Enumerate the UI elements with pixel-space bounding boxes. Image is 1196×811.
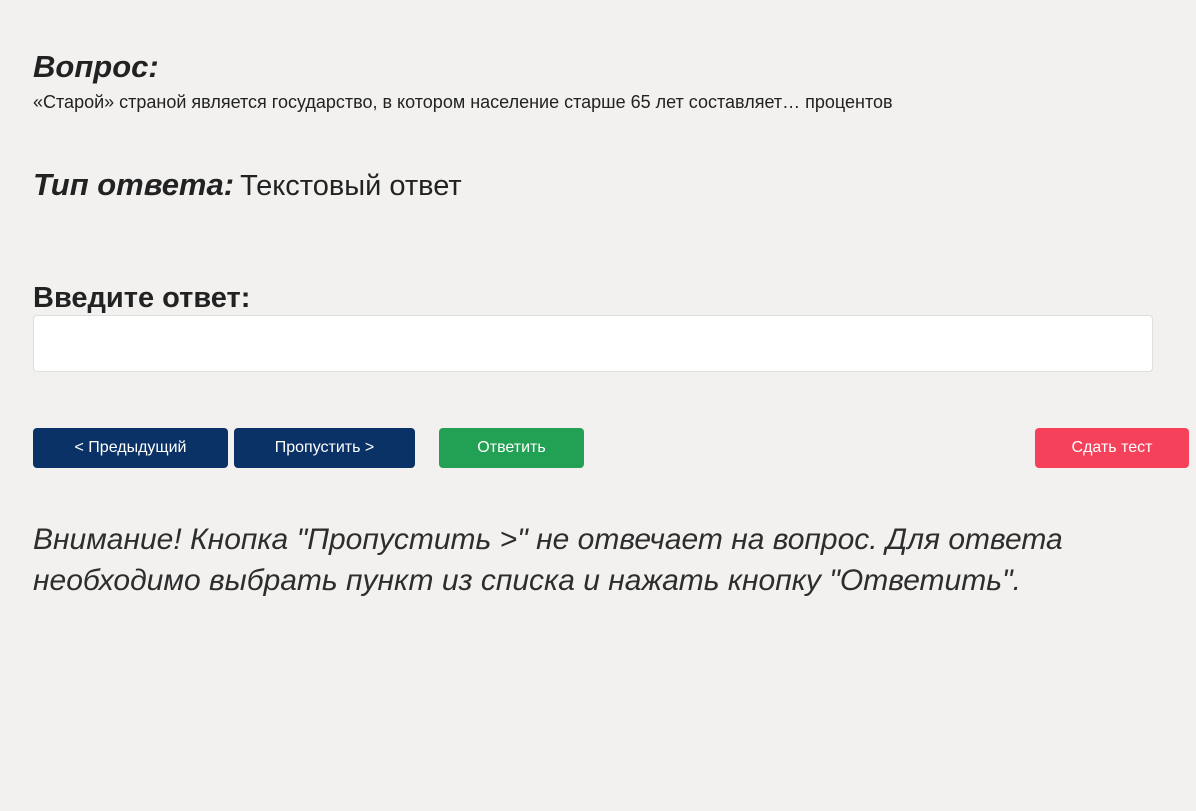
warning-text: Внимание! Кнопка "Пропустить >" не отвеч… — [33, 523, 1063, 597]
answer-input-label: Введите ответ: — [33, 282, 251, 314]
answer-type-label: Тип ответа: — [33, 167, 235, 202]
answer-type: Тип ответа: Текстовый ответ — [33, 166, 462, 210]
answer-input[interactable] — [33, 315, 1153, 372]
previous-button[interactable]: < Предыдущий — [33, 428, 228, 468]
answer-type-value: Текстовый ответ — [240, 170, 462, 202]
answer-button[interactable]: Ответить — [439, 428, 584, 468]
skip-button[interactable]: Пропустить > — [234, 428, 415, 468]
question-heading: Вопрос: — [33, 49, 159, 84]
question-text: «Старой» страной является государство, в… — [33, 92, 893, 112]
finish-test-button[interactable]: Сдать тест — [1035, 428, 1189, 468]
